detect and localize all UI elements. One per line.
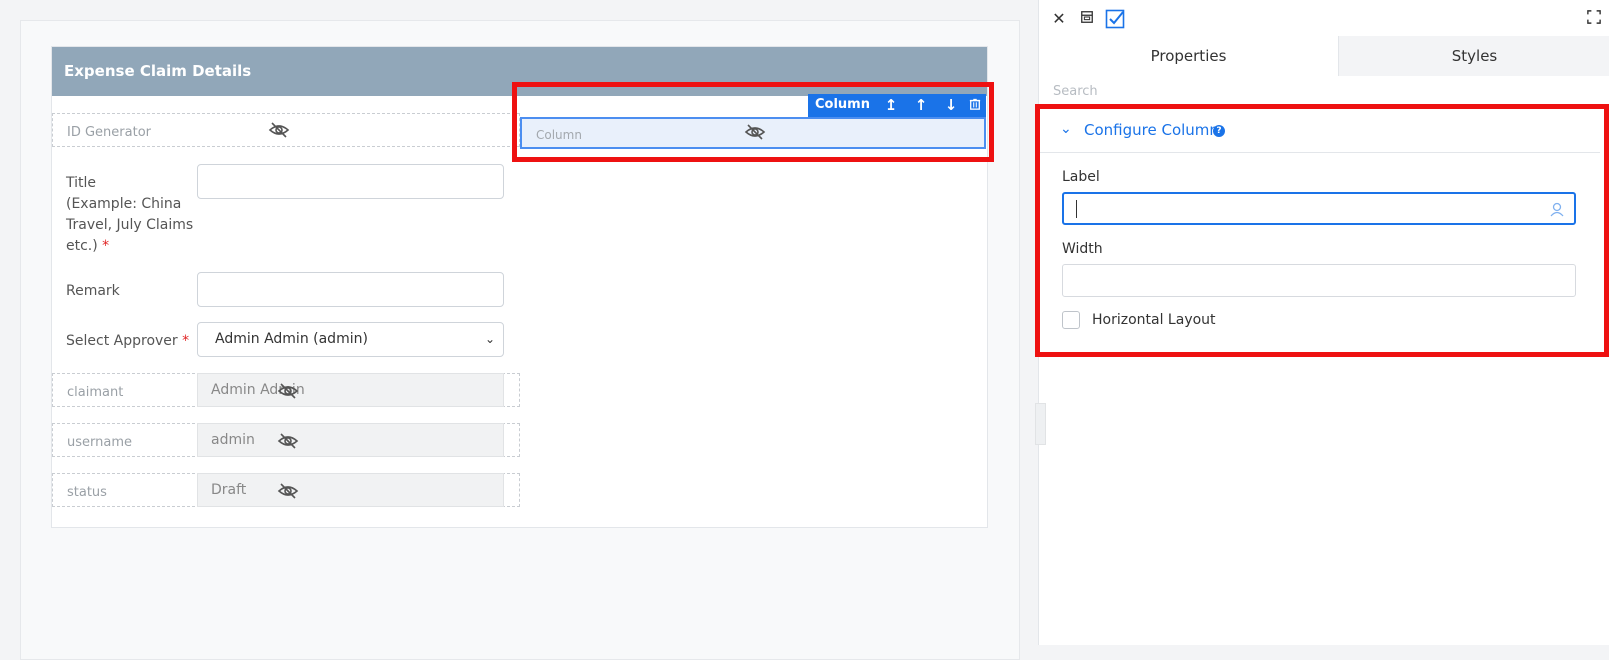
eye-slash-icon (277, 482, 299, 500)
resize-handle[interactable] (1035, 403, 1046, 445)
username-input: admin (197, 423, 504, 457)
id-generator-field[interactable]: ID Generator (52, 113, 520, 147)
eye-slash-icon (277, 432, 299, 450)
preview-icon[interactable] (1077, 9, 1097, 29)
title-label: Title (Example: China Travel, July Claim… (66, 175, 194, 254)
claimant-input: Admin Admin (197, 373, 504, 407)
close-icon[interactable]: ✕ (1049, 9, 1069, 29)
panel-tabs: Properties Styles (1039, 36, 1609, 76)
status-value: Draft (211, 482, 247, 498)
chevron-down-icon: ⌄ (484, 332, 495, 346)
status-label: status (67, 485, 107, 500)
remark-label: Remark (66, 283, 120, 299)
highlight-box-column (512, 82, 994, 162)
fullscreen-icon[interactable] (1584, 9, 1604, 29)
username-label: username (67, 435, 132, 450)
status-input: Draft (197, 473, 504, 507)
approver-select[interactable]: Admin Admin (admin) ⌄ (197, 322, 504, 357)
search-input[interactable]: Search (1053, 84, 1098, 99)
title-input[interactable] (197, 164, 504, 199)
check-icon[interactable] (1105, 9, 1125, 29)
highlight-box-config (1035, 104, 1609, 357)
eye-slash-icon (268, 121, 290, 139)
approver-select-value: Admin Admin (admin) (215, 331, 368, 347)
id-generator-label: ID Generator (67, 125, 151, 140)
tab-styles[interactable]: Styles (1339, 36, 1609, 76)
username-value: admin (211, 432, 255, 448)
tab-properties[interactable]: Properties (1039, 36, 1339, 76)
eye-slash-icon (277, 382, 299, 400)
remark-input[interactable] (197, 272, 504, 307)
approver-label: Select Approver * (66, 333, 190, 349)
claimant-label: claimant (67, 385, 124, 400)
